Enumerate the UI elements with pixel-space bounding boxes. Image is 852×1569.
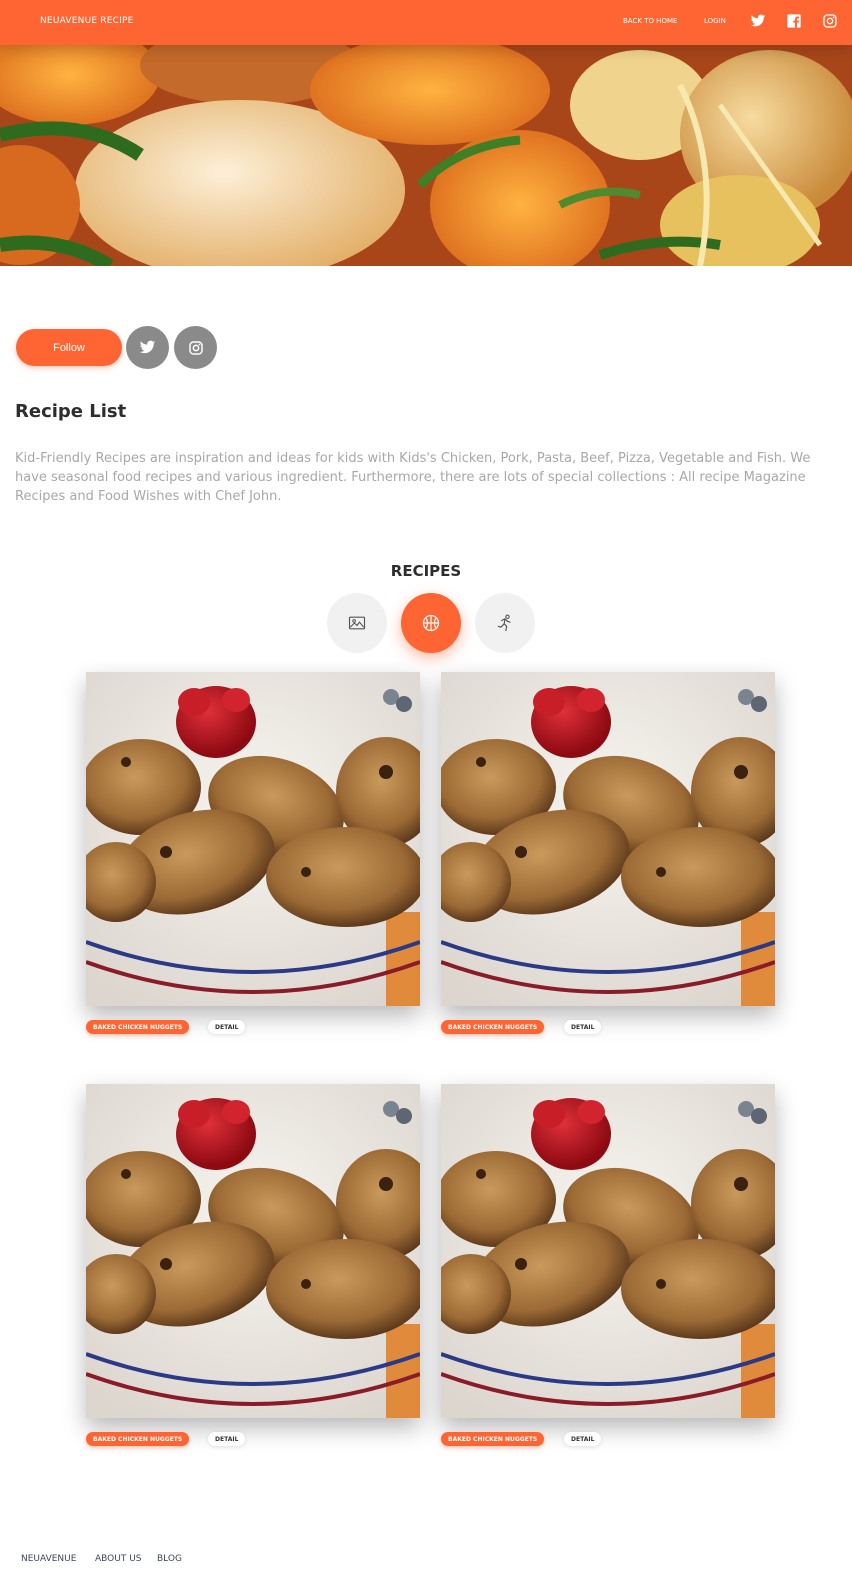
runner-icon [497, 614, 511, 632]
detail-button[interactable]: DETAIL [208, 1020, 246, 1034]
facebook-icon[interactable] [786, 13, 802, 29]
chicken-nuggets-photo [441, 1084, 775, 1418]
hero-banner-image [0, 45, 852, 266]
tab-activity[interactable] [475, 593, 535, 653]
recipe-tag-badge[interactable]: BAKED CHICKEN NUGGETS [441, 1432, 545, 1446]
profile-twitter-button[interactable] [126, 326, 169, 369]
recipes-section-title: RECIPES [390, 562, 462, 580]
recipe-card-image[interactable] [441, 672, 775, 1006]
footer-link-neuavenue[interactable]: NEUAVENUE [21, 1554, 76, 1564]
instagram-icon [188, 340, 203, 355]
brand-logo[interactable]: NEUAVENUE RECIPE [40, 16, 134, 26]
twitter-icon [139, 340, 156, 354]
navbar: NEUAVENUE RECIPE BACK TO HOME LOGIN [0, 0, 852, 45]
recipe-card-image[interactable] [86, 1084, 420, 1418]
tab-images[interactable] [327, 593, 387, 653]
detail-button[interactable]: DETAIL [564, 1432, 602, 1446]
recipe-tag-badge[interactable]: BAKED CHICKEN NUGGETS [86, 1020, 190, 1034]
basketball-icon [422, 614, 440, 632]
nav-link-back-to-home[interactable]: BACK TO HOME [623, 17, 677, 25]
image-icon [348, 616, 366, 630]
footer-link-about-us[interactable]: ABOUT US [95, 1554, 142, 1564]
instagram-icon[interactable] [822, 13, 838, 29]
recipe-tag-badge[interactable]: BAKED CHICKEN NUGGETS [441, 1020, 545, 1034]
tab-sports[interactable] [401, 593, 461, 653]
detail-button[interactable]: DETAIL [564, 1020, 602, 1034]
chicken-nuggets-photo [441, 672, 775, 1006]
nav-link-login[interactable]: LOGIN [704, 17, 726, 25]
page-title: Recipe List [15, 401, 127, 422]
follow-button[interactable]: Follow [16, 329, 122, 366]
recipe-tag-badge[interactable]: BAKED CHICKEN NUGGETS [86, 1432, 190, 1446]
recipe-card-image[interactable] [86, 672, 420, 1006]
twitter-icon[interactable] [750, 13, 766, 29]
footer-link-blog[interactable]: BLOG [157, 1554, 182, 1564]
detail-button[interactable]: DETAIL [208, 1432, 246, 1446]
profile-instagram-button[interactable] [174, 326, 217, 369]
recipe-card-image[interactable] [441, 1084, 775, 1418]
page-description: Kid-Friendly Recipes are inspiration and… [15, 451, 811, 504]
chicken-nuggets-photo [86, 1084, 420, 1418]
chicken-nuggets-photo [86, 672, 420, 1006]
